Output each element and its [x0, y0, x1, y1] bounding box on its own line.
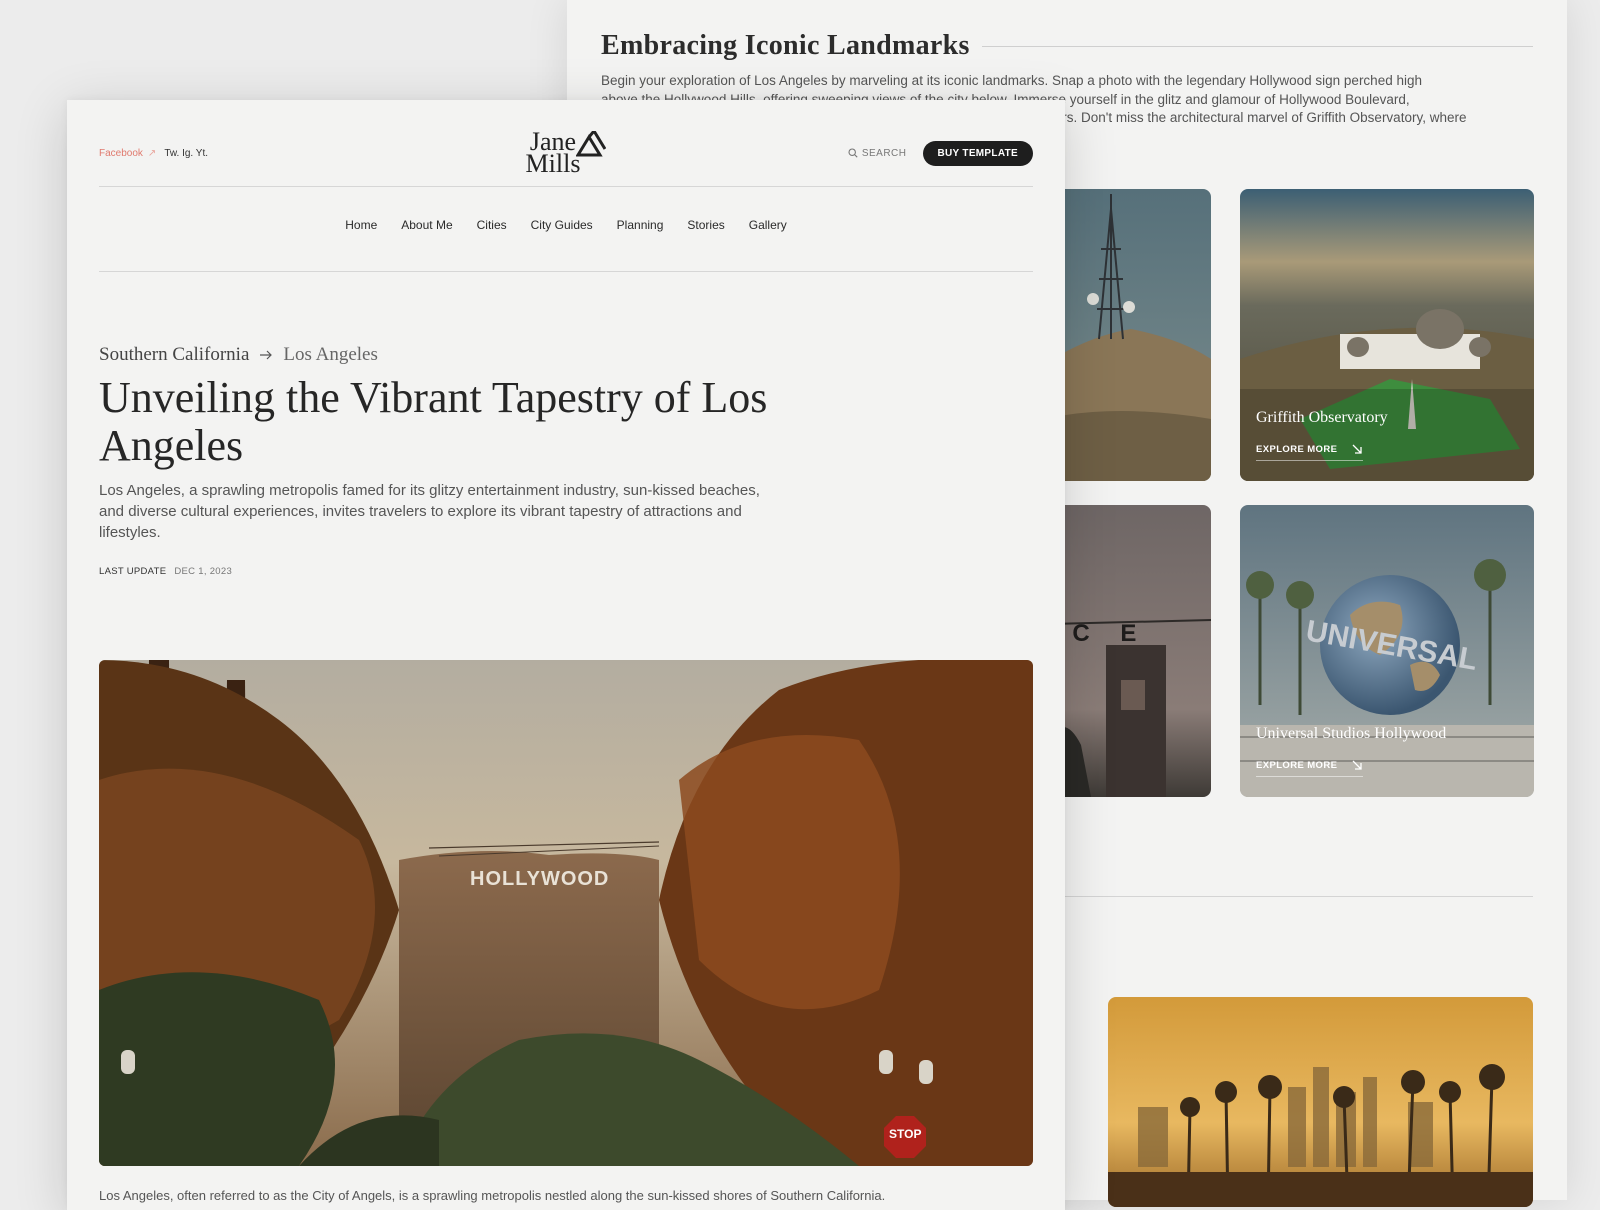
explore-more-link[interactable]: EXPLORE MORE — [1256, 443, 1364, 461]
site-header: Facebook ↗ Tw. Ig. Yt. Jane Mills SEARCH… — [99, 120, 1033, 186]
breadcrumb-city[interactable]: Los Angeles — [283, 344, 377, 366]
article-lede: Los Angeles, a sprawling metropolis fame… — [99, 482, 760, 541]
logo-line-2: Mills — [525, 149, 581, 178]
main-nav: Home About Me Cities City Guides Plannin… — [99, 218, 1033, 232]
last-update-label: LAST UPDATE — [99, 566, 167, 577]
nav-city-guides[interactable]: City Guides — [531, 218, 593, 232]
article-page: Facebook ↗ Tw. Ig. Yt. Jane Mills SEARCH… — [67, 100, 1065, 1210]
nav-gallery[interactable]: Gallery — [749, 218, 787, 232]
facebook-link[interactable]: Facebook — [99, 148, 143, 159]
article-meta: LAST UPDATE DEC 1, 2023 — [99, 566, 232, 577]
arrow-down-right-icon — [1352, 760, 1362, 770]
arrow-right-icon — [260, 350, 273, 360]
landmark-name: Griffith Observatory — [1256, 409, 1388, 426]
section-divider — [1017, 896, 1533, 897]
search-label: SEARCH — [861, 147, 907, 159]
breadcrumb-region[interactable]: Southern California — [99, 344, 249, 366]
social-links: Facebook ↗ Tw. Ig. Yt. — [99, 148, 399, 159]
landmark-name: Universal Studios Hollywood — [1256, 725, 1447, 742]
hero-image: HOLLYWOOD STOP — [99, 660, 1033, 1166]
nav-divider — [99, 271, 1033, 272]
header-divider — [99, 186, 1033, 187]
nav-home[interactable]: Home — [345, 218, 377, 232]
landmarks-title: Embracing Iconic Landmarks — [601, 30, 970, 61]
arrow-down-right-icon — [1352, 444, 1362, 454]
explore-more-label: EXPLORE MORE — [1256, 759, 1338, 771]
landmark-card-universal[interactable]: UNIVERSAL Universal Studios Hollywood EX… — [1240, 505, 1534, 797]
explore-more-label: EXPLORE MORE — [1256, 443, 1338, 455]
article-body-first-line: Los Angeles, often referred to as the Ci… — [99, 1188, 886, 1203]
buy-template-button[interactable]: BUY TEMPLATE — [922, 140, 1033, 166]
search-icon — [848, 148, 858, 158]
paragraph-line: Begin your exploration of Los Angeles by… — [601, 73, 1422, 88]
article-title: Unveiling the Vibrant Tapestry of Los An… — [99, 373, 768, 470]
griffith-observatory-photo — [1240, 189, 1534, 481]
search-trigger[interactable]: SEARCH — [848, 148, 907, 159]
nav-stories[interactable]: Stories — [687, 218, 724, 232]
other-social-links[interactable]: Tw. Ig. Yt. — [164, 148, 208, 159]
la-skyline-image — [1108, 997, 1533, 1207]
nav-about-me[interactable]: About Me — [401, 218, 452, 232]
la-skyline-photo — [1108, 997, 1533, 1207]
breadcrumb: Southern California Los Angeles — [99, 344, 378, 366]
hollywood-sign-text: HOLLYWOOD — [470, 868, 610, 890]
hollywood-sign-photo — [99, 660, 1033, 1166]
title-divider — [981, 45, 1533, 47]
header-actions: SEARCH BUY TEMPLATE — [733, 140, 1033, 166]
landmarks-header: Embracing Iconic Landmarks — [601, 30, 1533, 62]
stop-sign-text: STOP — [889, 1127, 922, 1141]
landmark-card-griffith[interactable]: Griffith Observatory EXPLORE MORE — [1240, 189, 1534, 481]
explore-more-link[interactable]: EXPLORE MORE — [1256, 759, 1364, 777]
external-arrow-icon: ↗ — [147, 147, 157, 159]
mountain-logo-icon — [576, 131, 607, 157]
last-update-date: DEC 1, 2023 — [174, 566, 233, 577]
universal-globe-photo: UNIVERSAL — [1240, 505, 1534, 797]
nav-cities[interactable]: Cities — [477, 218, 507, 232]
nav-planning[interactable]: Planning — [617, 218, 664, 232]
site-logo[interactable]: Jane Mills — [525, 129, 607, 178]
